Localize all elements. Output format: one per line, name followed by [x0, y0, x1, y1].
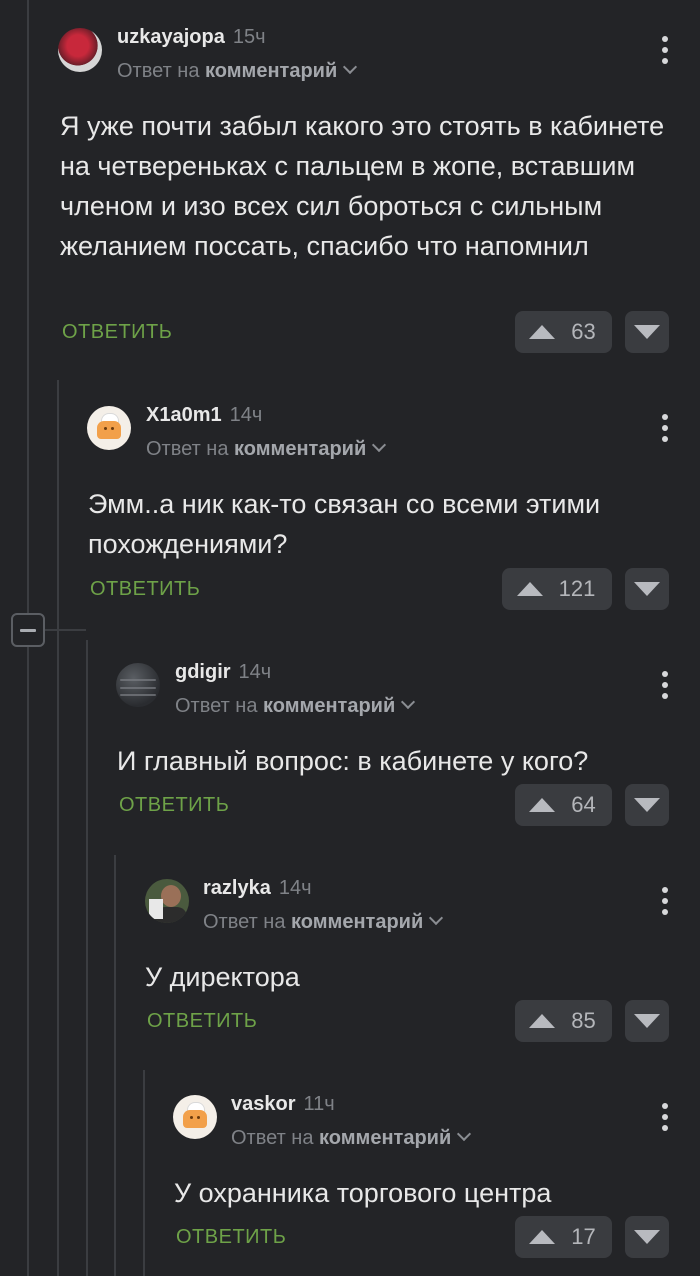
avatar[interactable]: [116, 663, 160, 707]
thread-line: [86, 640, 88, 1276]
comment-author[interactable]: uzkayajopa 15ч: [117, 26, 266, 49]
comment: gdigir 14ч Ответ на комментарий И главный…: [116, 661, 700, 833]
username[interactable]: razlyka: [203, 877, 271, 899]
reply-to-link[interactable]: Ответ на комментарий: [175, 694, 416, 718]
reply-button[interactable]: ОТВЕТИТЬ: [90, 578, 200, 601]
comment-text: Я уже почти забыл какого это стоять в ка…: [60, 111, 665, 261]
comment-time: 11ч: [303, 1093, 335, 1115]
username[interactable]: gdigir: [175, 661, 231, 683]
downvote-arrow-icon: [634, 582, 660, 596]
vote-score: 64: [571, 792, 596, 817]
collapse-thread-button[interactable]: [11, 613, 45, 647]
upvote-button[interactable]: 63: [515, 311, 612, 353]
chevron-down-icon: [457, 1126, 472, 1142]
comment-text: У директора: [145, 962, 300, 992]
upvote-button[interactable]: 121: [502, 568, 612, 610]
downvote-arrow-icon: [634, 1230, 660, 1244]
avatar[interactable]: [87, 406, 131, 450]
vote-score: 85: [571, 1008, 596, 1033]
upvote-arrow-icon: [529, 1230, 556, 1244]
upvote-arrow-icon: [529, 325, 556, 339]
downvote-arrow-icon: [634, 798, 660, 812]
reply-to-link[interactable]: Ответ на комментарий: [117, 59, 358, 83]
thread-line: [27, 647, 29, 1276]
upvote-arrow-icon: [529, 1014, 556, 1028]
more-options-button[interactable]: [662, 887, 668, 915]
reply-to-link[interactable]: Ответ на комментарий: [231, 1126, 472, 1150]
more-options-button[interactable]: [662, 1103, 668, 1131]
avatar[interactable]: [58, 28, 102, 72]
comment-author[interactable]: X1a0m1 14ч: [146, 404, 262, 427]
downvote-button[interactable]: [625, 1000, 669, 1042]
chevron-down-icon: [401, 694, 416, 710]
vote-score: 17: [571, 1224, 596, 1249]
comment-author[interactable]: vaskor 11ч: [231, 1093, 335, 1116]
thread-connector: [45, 629, 86, 631]
downvote-button[interactable]: [625, 784, 669, 826]
avatar[interactable]: [173, 1095, 217, 1139]
downvote-button[interactable]: [625, 311, 669, 353]
more-options-button[interactable]: [662, 36, 668, 64]
more-vertical-icon: [662, 887, 668, 893]
comment: vaskor 11ч Ответ на комментарий У охранни…: [173, 1093, 700, 1265]
upvote-button[interactable]: 17: [515, 1216, 612, 1258]
comment-author[interactable]: gdigir 14ч: [175, 661, 271, 684]
upvote-button[interactable]: 64: [515, 784, 612, 826]
more-options-button[interactable]: [662, 414, 668, 442]
more-vertical-icon: [662, 414, 668, 420]
more-vertical-icon: [662, 671, 668, 677]
comment-time: 14ч: [238, 661, 272, 683]
more-vertical-icon: [662, 1103, 668, 1109]
downvote-button[interactable]: [625, 1216, 669, 1258]
reply-to-link[interactable]: Ответ на комментарий: [146, 437, 387, 461]
downvote-button[interactable]: [625, 568, 669, 610]
vote-score: 63: [571, 319, 596, 344]
reply-button[interactable]: ОТВЕТИТЬ: [176, 1226, 286, 1249]
reply-button[interactable]: ОТВЕТИТЬ: [119, 794, 229, 817]
downvote-arrow-icon: [634, 1014, 660, 1028]
comment-time: 15ч: [232, 26, 266, 48]
vote-score: 121: [558, 576, 596, 601]
chevron-down-icon: [429, 910, 444, 926]
upvote-arrow-icon: [529, 798, 556, 812]
more-options-button[interactable]: [662, 671, 668, 699]
comment-text: У охранника торгового центра: [174, 1178, 552, 1208]
thread-line: [114, 855, 116, 1276]
chevron-down-icon: [343, 59, 358, 75]
reply-button[interactable]: ОТВЕТИТЬ: [147, 1010, 257, 1033]
comment-author[interactable]: razlyka 14ч: [203, 877, 312, 900]
avatar[interactable]: [145, 879, 189, 923]
comment-time: 14ч: [229, 404, 263, 426]
comment: razlyka 14ч Ответ на комментарий У директ…: [145, 877, 700, 1049]
username[interactable]: vaskor: [231, 1093, 296, 1115]
downvote-arrow-icon: [634, 325, 660, 339]
comment-text: Эмм..а ник как-то связан со всеми этими …: [88, 489, 601, 559]
comment-time: 14ч: [278, 877, 312, 899]
thread-line: [27, 0, 29, 613]
username[interactable]: uzkayajopa: [117, 26, 225, 48]
comment-text: И главный вопрос: в кабинете у кого?: [117, 746, 589, 776]
chevron-down-icon: [372, 437, 387, 453]
reply-to-link[interactable]: Ответ на комментарий: [203, 910, 444, 934]
collapse-minus-icon: [20, 628, 36, 632]
comment: X1a0m1 14ч Ответ на комментарий Эмм..а ни…: [87, 404, 700, 616]
thread-line: [57, 380, 59, 1276]
reply-button[interactable]: ОТВЕТИТЬ: [62, 321, 172, 344]
upvote-button[interactable]: 85: [515, 1000, 612, 1042]
thread-line: [143, 1070, 145, 1276]
upvote-arrow-icon: [516, 582, 543, 596]
more-vertical-icon: [662, 36, 668, 42]
comment: uzkayajopa 15ч Ответ на комментарий Я уже…: [58, 26, 700, 358]
username[interactable]: X1a0m1: [146, 404, 222, 426]
